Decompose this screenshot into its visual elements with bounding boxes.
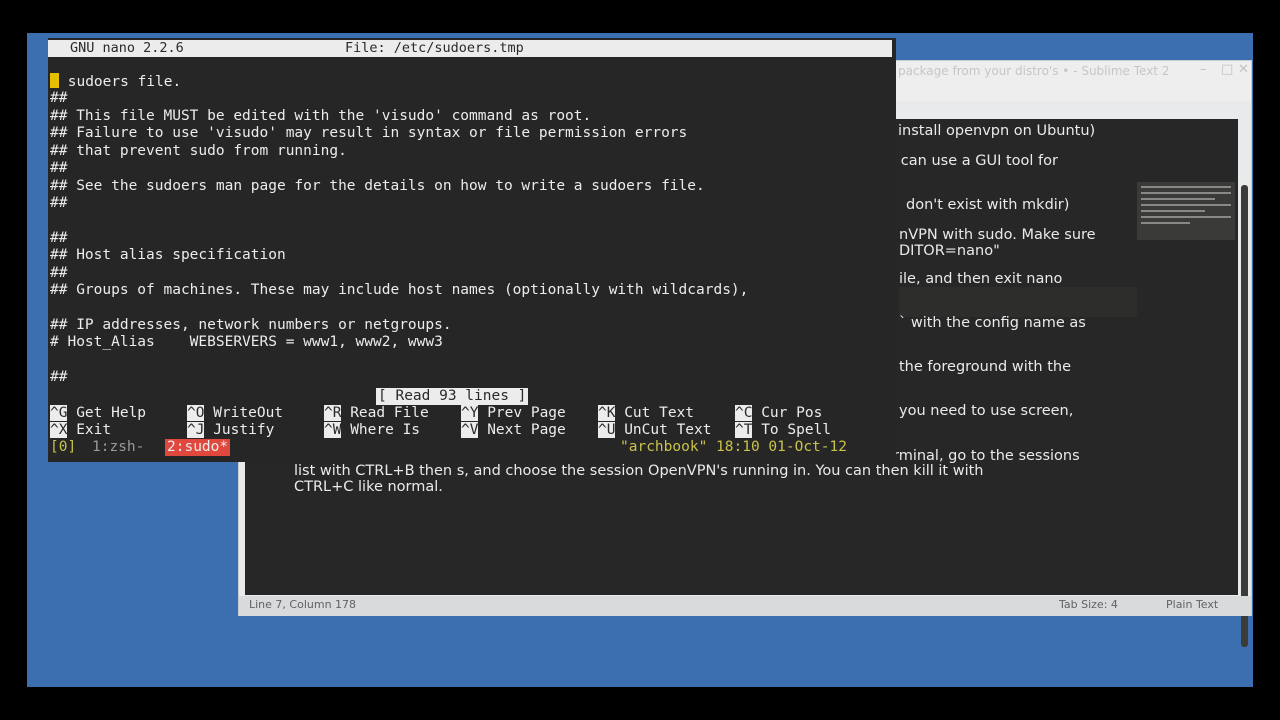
shortcut-key: ^T xyxy=(735,422,753,438)
shortcut-key: ^O xyxy=(187,405,205,421)
shortcut-exit: ^X Exit xyxy=(50,422,111,439)
tmux-window-2[interactable]: 2:sudo* xyxy=(165,439,231,456)
buffer-line[interactable]: ## xyxy=(50,160,67,177)
minimap[interactable] xyxy=(1137,182,1235,240)
buffer-line[interactable]: ## xyxy=(50,230,67,247)
shortcut-label: Exit xyxy=(76,422,112,438)
editor-line: list with CTRL+B then s, and choose the … xyxy=(294,463,984,479)
buffer-line[interactable]: ## Failure to use 'visudo' may result in… xyxy=(50,125,687,142)
buffer-line[interactable]: ## This file MUST be edited with the 'vi… xyxy=(50,108,591,125)
shortcut-key: ^C xyxy=(735,405,753,421)
buffer-line[interactable]: ## xyxy=(50,265,67,282)
buffer-line[interactable]: sudoers file. xyxy=(50,73,181,91)
shortcut-key: ^X xyxy=(50,422,68,438)
shortcut-label: Read File xyxy=(350,405,429,421)
maximize-icon[interactable]: □ xyxy=(1221,62,1233,77)
buffer-line[interactable]: ## xyxy=(50,195,67,212)
shortcut-read-file: ^R Read File xyxy=(324,405,429,422)
cursor-position: Line 7, Column 178 xyxy=(249,598,357,611)
shortcut-key: ^U xyxy=(598,422,616,438)
editor-line: you need to use screen, xyxy=(899,403,1074,419)
terminal-window[interactable]: GNU nano 2.2.6 File: /etc/sudoers.tmp su… xyxy=(48,38,896,462)
shortcut-label: Next Page xyxy=(487,422,566,438)
editor-line: u can use a GUI tool for xyxy=(887,153,1058,169)
shortcut-get-help: ^G Get Help xyxy=(50,405,146,422)
shortcut-label: Where Is xyxy=(350,422,421,438)
buffer-line[interactable]: ## See the sudoers man page for the deta… xyxy=(50,178,705,195)
shortcut-key: ^R xyxy=(324,405,342,421)
nano-version: GNU nano 2.2.6 xyxy=(70,40,184,56)
editor-line: nVPN with sudo. Make sure xyxy=(899,227,1096,243)
shortcut-key: ^V xyxy=(461,422,479,438)
nano-titlebar: GNU nano 2.2.6 File: /etc/sudoers.tmp xyxy=(48,40,892,57)
minimize-icon[interactable]: – xyxy=(1200,62,1207,77)
line-highlight xyxy=(899,287,1137,317)
editor-line: ` with the config name as xyxy=(899,315,1086,331)
tmux-statusbar: [0] 1:zsh- 2:sudo* "archbook" 18:10 01-O… xyxy=(48,438,896,458)
status-message: [ Read 93 lines ] xyxy=(376,388,529,405)
buffer-line[interactable]: ## that prevent sudo from running. xyxy=(50,143,347,160)
tmux-window-1[interactable]: 1:zsh- xyxy=(92,439,144,456)
shortcut-label: UnCut Text xyxy=(624,422,712,438)
shortcut-label: To Spell xyxy=(761,422,832,438)
shortcut-next-page: ^V Next Page xyxy=(461,422,566,439)
shortcut-label: WriteOut xyxy=(213,405,284,421)
shortcut-key: ^G xyxy=(50,405,68,421)
editor-line: rminal, go to the sessions xyxy=(893,448,1080,464)
editor-line: don't exist with mkdir) xyxy=(906,197,1070,213)
shortcut-label: Justify xyxy=(213,422,275,438)
shortcut-key: ^W xyxy=(324,422,342,438)
sublime-statusbar: Line 7, Column 178 Tab Size: 4 Plain Tex… xyxy=(239,596,1251,616)
shortcut-where-is: ^W Where Is xyxy=(324,422,420,439)
buffer-line[interactable]: ## xyxy=(50,90,67,107)
scrollbar[interactable] xyxy=(1241,185,1248,647)
shortcut-cut-text: ^K Cut Text xyxy=(598,405,694,422)
close-icon[interactable]: ✕ xyxy=(1238,62,1249,77)
shortcut-label: Get Help xyxy=(76,405,147,421)
text-cursor xyxy=(50,73,59,88)
nano-filename: File: /etc/sudoers.tmp xyxy=(345,40,524,56)
shortcut-key: ^K xyxy=(598,405,616,421)
tmux-host-clock: "archbook" 18:10 01-Oct-12 xyxy=(620,439,847,455)
buffer-line[interactable]: ## IP addresses, network numbers or netg… xyxy=(50,317,452,334)
shortcut-uncut-text: ^U UnCut Text xyxy=(598,422,712,439)
editor-line: DITOR=nano" xyxy=(899,243,1000,259)
shortcut-label: Cut Text xyxy=(624,405,695,421)
shortcut-label: Cur Pos xyxy=(761,405,823,421)
buffer-line[interactable]: ## Groups of machines. These may include… xyxy=(50,282,748,299)
editor-line: ile, and then exit nano xyxy=(899,271,1063,287)
shortcut-key: ^Y xyxy=(461,405,479,421)
shortcut-justify: ^J Justify xyxy=(187,422,274,439)
tab-size[interactable]: Tab Size: 4 xyxy=(1059,598,1118,611)
shortcut-cur-pos: ^C Cur Pos xyxy=(735,405,822,422)
buffer-line[interactable]: ## Host alias specification xyxy=(50,247,286,264)
buffer-line[interactable]: # Host_Alias WEBSERVERS = www1, www2, ww… xyxy=(50,334,443,351)
editor-line: the foreground with the xyxy=(899,359,1072,375)
editor-line: CTRL+C like normal. xyxy=(294,479,443,495)
shortcut-prev-page: ^Y Prev Page xyxy=(461,405,566,422)
buffer-line-text: sudoers file. xyxy=(59,74,182,90)
shortcut-key: ^J xyxy=(187,422,205,438)
shortcut-writeout: ^O WriteOut xyxy=(187,405,283,422)
editor-line: install openvpn on Ubuntu) xyxy=(898,123,1096,139)
shortcut-label: Prev Page xyxy=(487,405,566,421)
syntax-mode[interactable]: Plain Text xyxy=(1166,598,1218,611)
tmux-session: [0] xyxy=(50,439,77,455)
buffer-line[interactable]: ## xyxy=(50,369,67,386)
shortcut-to-spell: ^T To Spell xyxy=(735,422,831,439)
sublime-title: package from your distro's • - Sublime T… xyxy=(898,64,1170,78)
